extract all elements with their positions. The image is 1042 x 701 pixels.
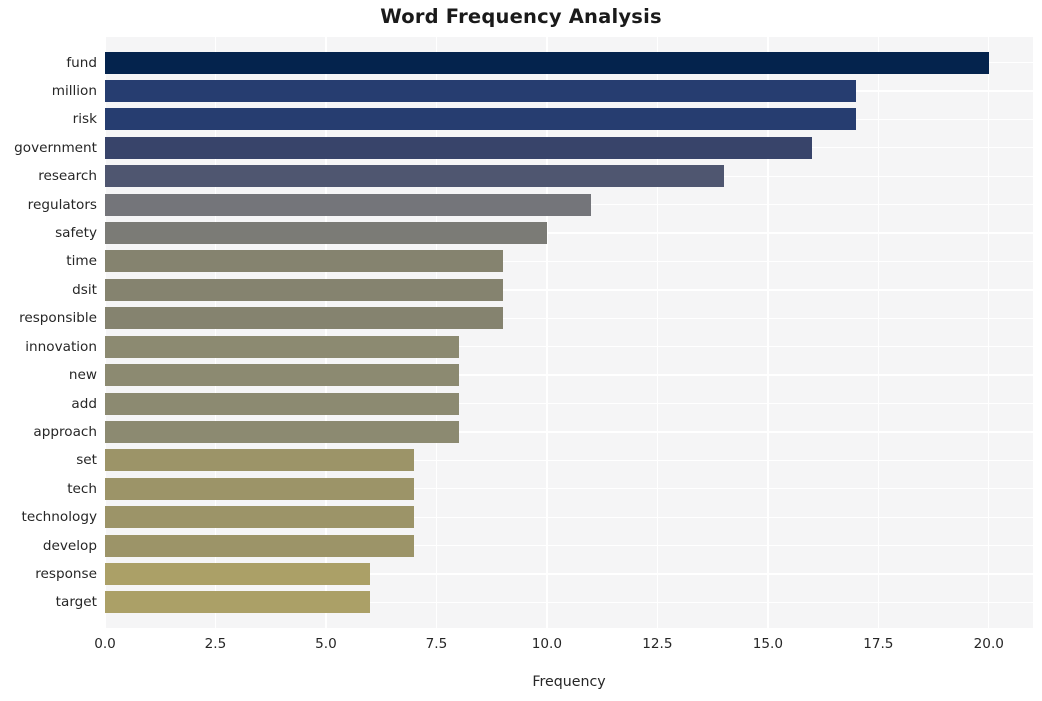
y-tick-label: tech xyxy=(67,480,97,497)
y-tick-label: innovation xyxy=(25,338,97,355)
y-tick-label: develop xyxy=(42,537,97,554)
y-tick-label: add xyxy=(71,395,97,412)
bar xyxy=(105,449,415,472)
y-tick-label: approach xyxy=(33,423,97,440)
y-tick-label: million xyxy=(51,82,97,99)
x-tick-label: 12.5 xyxy=(642,636,673,652)
x-tick-label: 17.5 xyxy=(863,636,894,652)
y-tick-label: research xyxy=(38,168,97,185)
x-tick-label: 7.5 xyxy=(425,636,448,652)
bar xyxy=(105,563,371,585)
y-tick-label: technology xyxy=(21,509,97,526)
y-tick-label: regulators xyxy=(27,196,97,213)
bar xyxy=(105,278,503,301)
x-tick-label: 15.0 xyxy=(752,636,783,652)
bar xyxy=(105,392,459,415)
y-tick-label: target xyxy=(55,594,97,611)
bar xyxy=(105,335,459,358)
bar xyxy=(105,165,724,188)
bar xyxy=(105,79,857,102)
x-tick-label: 0.0 xyxy=(94,636,116,652)
y-tick-label: safety xyxy=(55,225,97,242)
bar xyxy=(105,136,813,159)
bar xyxy=(105,364,459,387)
x-tick-label: 10.0 xyxy=(531,636,563,652)
bar xyxy=(105,222,547,245)
y-axis-tick-labels: fund million risk government research regulat… xyxy=(0,37,97,628)
x-tick-label: 5.0 xyxy=(315,636,337,652)
word-frequency-chart-figure: Word Frequency Analysis fund million risk g… xyxy=(0,0,1042,701)
x-tick-label: 2.5 xyxy=(204,636,227,652)
y-tick-label: response xyxy=(35,566,97,582)
y-tick-label: new xyxy=(68,367,97,384)
bar xyxy=(105,477,415,500)
bar xyxy=(105,307,503,330)
y-tick-label: fund xyxy=(66,54,97,71)
x-axis-tick-labels: 0.0 2.5 5.0 7.5 10.0 12.5 15.0 17.5 20.0 xyxy=(0,636,1042,656)
bar xyxy=(105,108,857,131)
bar xyxy=(105,193,592,216)
bar xyxy=(105,591,371,614)
y-tick-label: time xyxy=(66,253,97,270)
y-tick-label: dsit xyxy=(72,281,97,298)
plot-area xyxy=(105,37,1033,628)
bar xyxy=(105,534,415,557)
x-axis-title: Frequency xyxy=(532,674,606,690)
y-tick-label: risk xyxy=(72,111,97,128)
bar xyxy=(105,51,989,74)
y-tick-label: set xyxy=(76,452,97,469)
bars-layer xyxy=(105,37,1033,628)
bar xyxy=(105,250,503,273)
bar xyxy=(105,420,459,443)
bar xyxy=(105,506,415,529)
y-tick-label: government xyxy=(14,139,97,156)
x-tick-label: 20.0 xyxy=(973,636,1004,652)
chart-title: Word Frequency Analysis xyxy=(380,5,662,28)
y-tick-label: responsible xyxy=(19,310,97,327)
